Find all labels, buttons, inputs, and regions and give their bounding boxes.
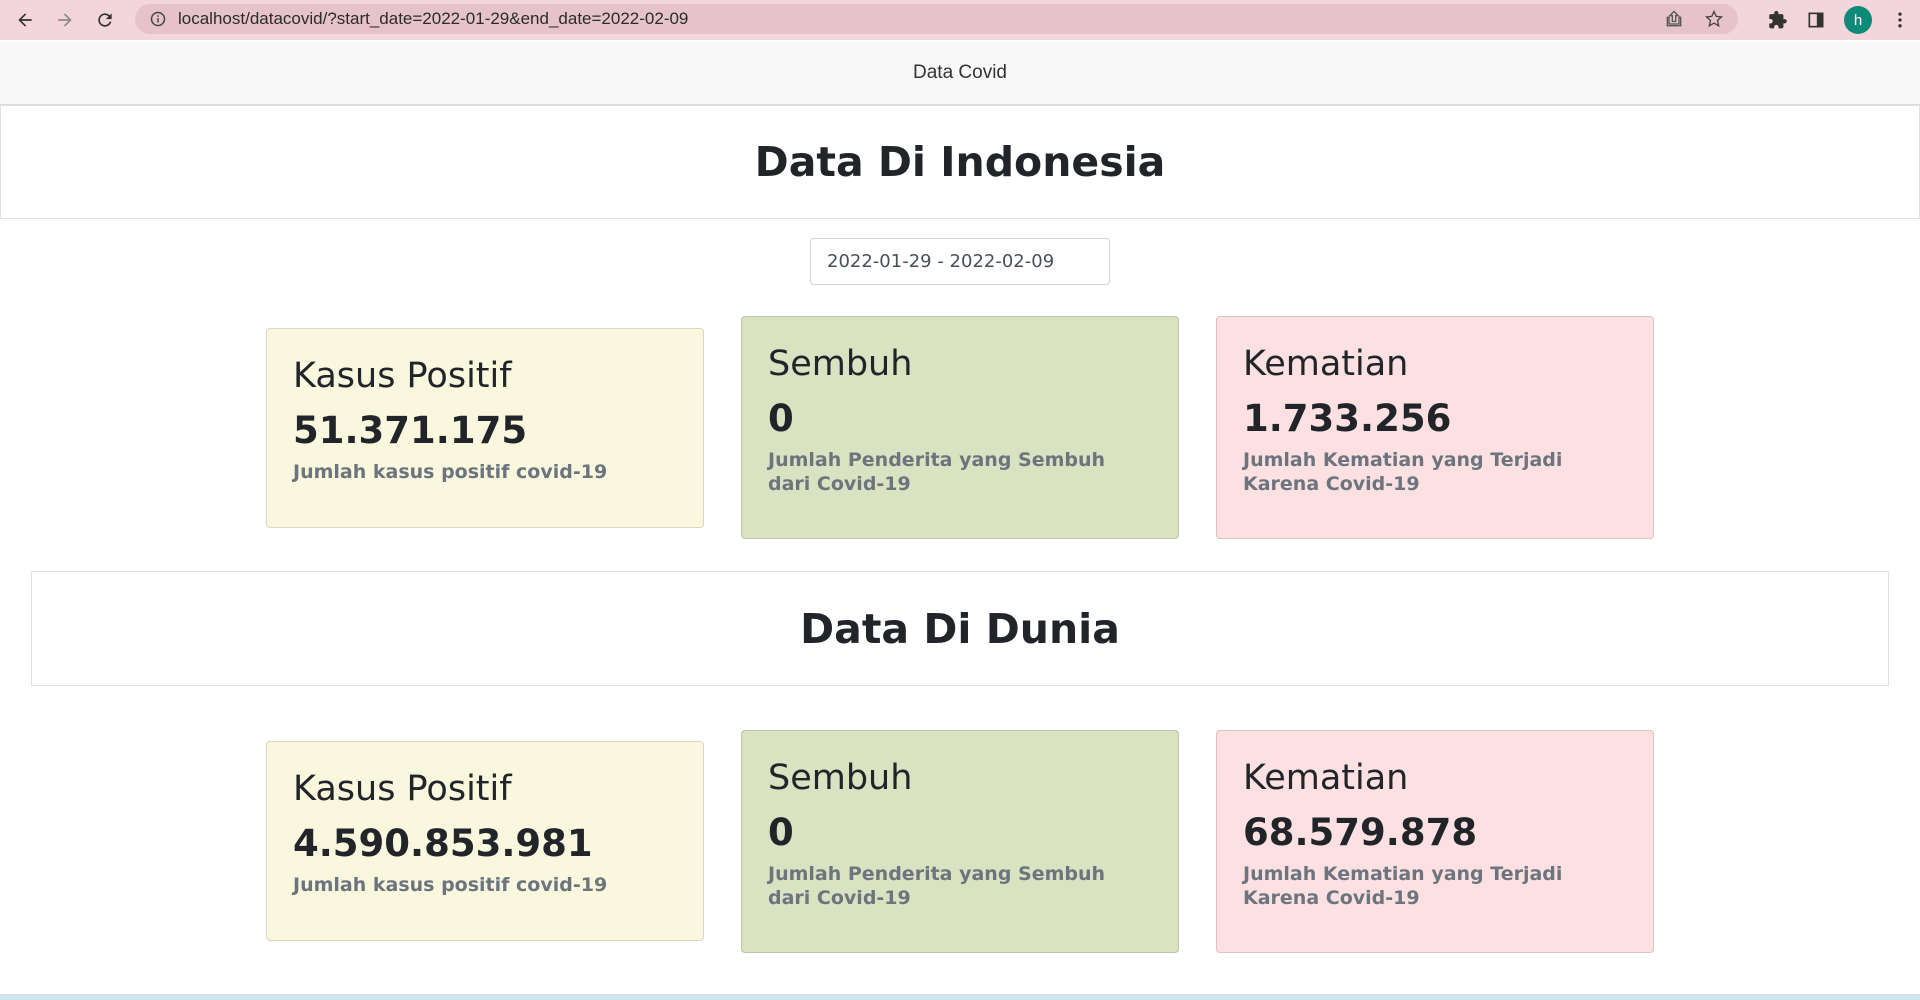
indonesia-sembuh-card: Sembuh 0 Jumlah Penderita yang Sembuh da… [741, 316, 1179, 539]
card-description: Jumlah Penderita yang Sembuh dari Covid-… [768, 449, 1106, 496]
card-value: 0 [768, 811, 794, 854]
forward-button[interactable] [48, 3, 82, 37]
indonesia-kematian-card: Kematian 1.733.256 Jumlah Kematian yang … [1216, 316, 1654, 539]
dunia-positif-card: Kasus Positif 4.590.853.981 Jumlah kasus… [266, 741, 704, 941]
card-title: Sembuh [768, 758, 913, 798]
reload-icon [98, 13, 112, 27]
arrow-right-icon [58, 13, 72, 27]
card-description: Jumlah Kematian yang Terjadi Karena Covi… [1243, 863, 1563, 910]
more-menu-icon[interactable] [1890, 10, 1910, 30]
card-value: 0 [768, 397, 794, 440]
info-icon[interactable] [150, 11, 166, 27]
card-title: Kematian [1243, 758, 1409, 798]
star-icon[interactable] [1704, 9, 1724, 29]
indonesia-header-card: Data Di Indonesia [0, 105, 1920, 219]
dunia-kematian-card: Kematian 68.579.878 Jumlah Kematian yang… [1216, 730, 1654, 953]
address-bar[interactable]: localhost/datacovid/?start_date=2022-01-… [135, 4, 1738, 34]
card-value: 68.579.878 [1243, 811, 1478, 854]
card-title: Sembuh [768, 344, 913, 384]
date-range-input[interactable]: 2022-01-29 - 2022-02-09 [810, 238, 1110, 285]
extensions-icon[interactable] [1768, 10, 1788, 30]
indonesia-title: Data Di Indonesia [754, 138, 1166, 186]
card-title: Kematian [1243, 344, 1409, 384]
card-description: Jumlah kasus positif covid-19 [293, 874, 608, 897]
browser-toolbar: localhost/datacovid/?start_date=2022-01-… [0, 0, 1920, 40]
indonesia-positif-card: Kasus Positif 51.371.175 Jumlah kasus po… [266, 328, 704, 528]
card-title: Kasus Positif [293, 356, 512, 396]
card-value: 4.590.853.981 [293, 822, 593, 865]
arrow-left-icon [18, 13, 32, 27]
navbar-brand[interactable]: Data Covid [913, 62, 1007, 84]
card-description: Jumlah Penderita yang Sembuh dari Covid-… [768, 863, 1106, 910]
reload-button[interactable] [88, 3, 122, 37]
back-button[interactable] [8, 3, 42, 37]
card-value: 1.733.256 [1243, 397, 1452, 440]
dunia-title: Data Di Dunia [800, 604, 1120, 653]
navbar: Data Covid [0, 42, 1920, 105]
dunia-sembuh-card: Sembuh 0 Jumlah Penderita yang Sembuh da… [741, 730, 1179, 953]
card-description: Jumlah kasus positif covid-19 [293, 461, 608, 484]
share-icon[interactable] [1664, 9, 1684, 29]
side-panel-icon[interactable] [1806, 10, 1826, 30]
url-text: localhost/datacovid/?start_date=2022-01-… [178, 9, 689, 28]
profile-avatar[interactable]: h [1844, 6, 1872, 34]
dunia-header-card: Data Di Dunia [31, 571, 1889, 686]
card-description: Jumlah Kematian yang Terjadi Karena Covi… [1243, 449, 1563, 496]
bottom-strip [0, 994, 1920, 1000]
card-value: 51.371.175 [293, 409, 528, 452]
card-title: Kasus Positif [293, 769, 512, 809]
